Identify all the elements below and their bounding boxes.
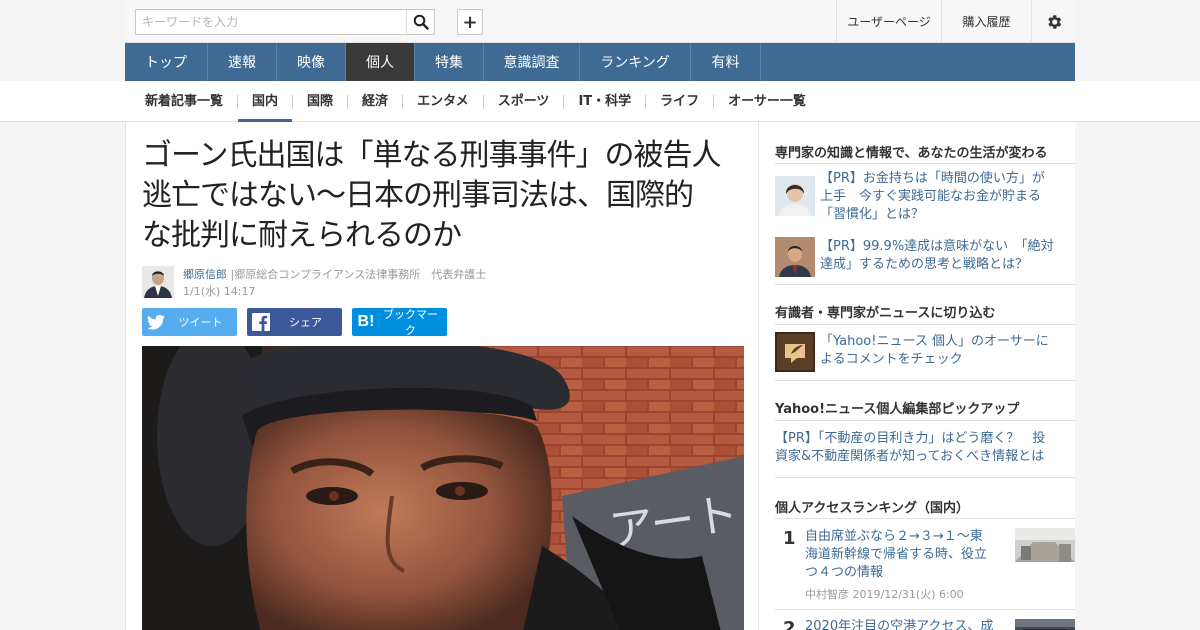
cat-international[interactable]: 国際	[292, 94, 347, 109]
gear-icon	[1047, 14, 1061, 29]
rank-number: 1	[783, 528, 796, 549]
divider	[775, 324, 1075, 325]
ranking-item-1-line: 自由席並ぶなら２→３→１～東	[805, 529, 983, 544]
add-button[interactable]: +	[457, 9, 483, 35]
pr-link-1-line: 上手 今すぐ実践可能なお金が貯まる	[820, 189, 1042, 204]
cat-life[interactable]: ライフ	[645, 94, 713, 109]
purchase-history-link[interactable]: 購入履歴	[941, 0, 1031, 43]
user-page-link[interactable]: ユーザーページ	[836, 0, 941, 43]
divider	[775, 163, 1075, 164]
rank-number: 2	[783, 618, 796, 630]
nav-survey[interactable]: 意識調査	[484, 43, 580, 81]
hatena-bookmark-label: ブックマーク	[383, 308, 438, 337]
ranking-item-1-line: 海道新幹線で帰省する時、役立	[805, 547, 988, 562]
author-name-link[interactable]: 郷原信郎	[183, 268, 227, 281]
divider	[775, 518, 1075, 519]
cat-economy[interactable]: 経済	[347, 94, 402, 109]
cat-authors[interactable]: オーサー一覧	[713, 94, 820, 109]
pr-link-2-line: 達成」するための思考と戦略とは？	[820, 257, 1029, 272]
divider	[775, 477, 1075, 478]
search-icon	[413, 14, 429, 30]
hatena-bookmark-button[interactable]: B! ブックマーク	[352, 308, 447, 337]
tweet-button[interactable]: ツイート	[142, 308, 237, 336]
pr-thumbnail-1[interactable]	[775, 176, 815, 216]
facebook-share-label: シェア	[289, 316, 322, 329]
cat-domestic[interactable]: 国内	[237, 94, 293, 122]
ranking-item-2[interactable]: 2020年注目の空港アクセス、成	[805, 618, 1010, 630]
nav-ranking[interactable]: ランキング	[580, 43, 691, 81]
nav-video[interactable]: 映像	[277, 43, 346, 81]
section-title-pickup: Yahoo!ニュース個人編集部ピックアップ	[775, 402, 1020, 417]
twitter-icon	[142, 308, 170, 336]
title-line: な批判に耐えられるのか	[142, 218, 462, 253]
author-comments-link[interactable]: 「Yahoo!ニュース 個人」のオーサーに よるコメントをチェック	[820, 333, 1075, 369]
comment-icon[interactable]	[775, 332, 815, 372]
pr-thumbnail-2[interactable]	[775, 237, 815, 277]
search-input[interactable]	[136, 10, 418, 34]
ranking-item-1-meta: 中村智彦 2019/12/31(火) 6:00	[805, 588, 964, 601]
pr-link-1-line: 「習慣化」とは？	[820, 207, 925, 222]
author-comments-line: 「Yahoo!ニュース 個人」のオーサーに	[820, 334, 1049, 349]
pickup-line: 【PR】「不動産の目利き力」はどう磨く？ 投	[775, 431, 1046, 446]
section-title-ranking: 個人アクセスランキング（国内）	[775, 501, 969, 516]
settings-button[interactable]	[1031, 0, 1075, 43]
cat-sports[interactable]: スポーツ	[482, 94, 564, 109]
pickup-link[interactable]: 【PR】「不動産の目利き力」はどう磨く？ 投 資家&不動産関係者が知っておくべき…	[775, 430, 1075, 466]
pr-link-1-line: 【PR】お金持ちは「時間の使い方」が	[820, 171, 1045, 186]
divider	[775, 609, 1075, 610]
pickup-line: 資家&不動産関係者が知っておくべき情報とは	[775, 449, 1045, 464]
search-button[interactable]	[406, 10, 434, 34]
cat-it-science[interactable]: IT・科学	[563, 94, 645, 109]
ranking-item-2-line: 2020年注目の空港アクセス、成	[805, 619, 994, 630]
author-affiliation: |郷原総合コンプライアンス法律事務所 代表弁護士	[230, 268, 487, 281]
facebook-icon	[247, 308, 275, 336]
author-comments-line: よるコメントをチェック	[820, 352, 963, 367]
pr-link-2-line: 【PR】99.9%達成は意味がない 「絶対	[820, 239, 1054, 254]
top-bar: + ユーザーページ 購入履歴	[125, 0, 1075, 43]
divider	[775, 380, 1075, 381]
nav-top[interactable]: トップ	[125, 43, 208, 81]
article-hero-image: アート	[142, 346, 744, 630]
cat-latest[interactable]: 新着記事一覧	[145, 94, 237, 109]
search-box	[135, 9, 435, 35]
main-nav: トップ 速報 映像 個人 特集 意識調査 ランキング 有料	[125, 43, 1075, 81]
title-line: 逃亡ではない～日本の刑事司法は、国際的	[142, 178, 694, 213]
hero-photo: アート	[142, 346, 744, 630]
hatena-icon: B!	[357, 313, 375, 330]
nav-paid[interactable]: 有料	[691, 43, 761, 81]
title-line: ゴーン氏出国は「単なる刑事事件」の被告人	[142, 138, 721, 173]
ranking-item-1[interactable]: 自由席並ぶなら２→３→１～東 海道新幹線で帰省する時、役立 つ４つの情報	[805, 528, 1010, 582]
ranking-thumbnail-2[interactable]	[1015, 619, 1075, 630]
category-nav: 新着記事一覧 国内 国際 経済 エンタメ スポーツ IT・科学 ライフ オーサー…	[125, 81, 1075, 122]
article: ゴーン氏出国は「単なる刑事事件」の被告人 逃亡ではない～日本の刑事司法は、国際的…	[125, 122, 759, 630]
divider	[775, 420, 1075, 421]
divider	[775, 284, 1075, 285]
article-title: ゴーン氏出国は「単なる刑事事件」の被告人 逃亡ではない～日本の刑事司法は、国際的…	[142, 136, 752, 256]
pr-link-1[interactable]: 【PR】お金持ちは「時間の使い方」が 上手 今すぐ実践可能なお金が貯まる 「習慣…	[820, 170, 1075, 224]
author-line: 郷原信郎 |郷原総合コンプライアンス法律事務所 代表弁護士	[183, 266, 486, 282]
nav-breaking[interactable]: 速報	[208, 43, 277, 81]
nav-features[interactable]: 特集	[415, 43, 484, 81]
sidebar: 専門家の知識と情報で、あなたの生活が変わる 【PR】お金持ちは「時間の使い方」が…	[759, 122, 1075, 630]
cat-entertainment[interactable]: エンタメ	[402, 94, 483, 109]
nav-personal[interactable]: 個人	[346, 43, 415, 81]
section-title-commentary: 有識者・専門家がニュースに切り込む	[775, 306, 996, 321]
ranking-thumbnail-1[interactable]	[1015, 528, 1075, 562]
plus-icon: +	[462, 11, 478, 33]
facebook-share-button[interactable]: シェア	[247, 308, 342, 336]
publish-date: 1/1(水) 14:17	[183, 285, 256, 298]
ranking-item-1-line: つ４つの情報	[805, 565, 884, 580]
author-avatar[interactable]	[142, 266, 174, 298]
tweet-label: ツイート	[178, 316, 223, 329]
section-title-experts: 専門家の知識と情報で、あなたの生活が変わる	[775, 146, 1048, 161]
pr-link-2[interactable]: 【PR】99.9%達成は意味がない 「絶対 達成」するための思考と戦略とは？	[820, 238, 1075, 274]
